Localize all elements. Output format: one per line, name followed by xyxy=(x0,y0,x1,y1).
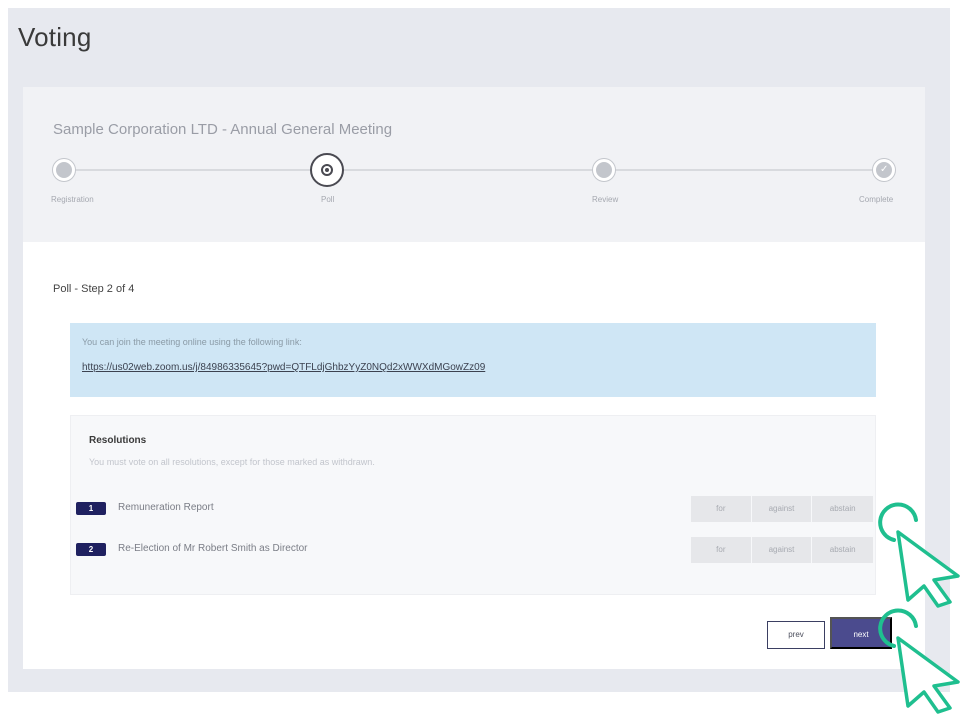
pointer-cursor-icon xyxy=(872,608,962,714)
resolution-row: 2 Re-Election of Mr Robert Smith as Dire… xyxy=(76,537,873,563)
resolutions-note: You must vote on all resolutions, except… xyxy=(89,457,375,467)
vote-against-button[interactable]: against xyxy=(751,496,813,522)
step-registration-icon xyxy=(53,159,75,181)
step-review-icon xyxy=(593,159,615,181)
step-poll-icon xyxy=(310,153,344,187)
resolution-label: Re-Election of Mr Robert Smith as Direct… xyxy=(118,543,308,554)
vote-button-group: for against abstain xyxy=(691,537,873,563)
step-label-registration: Registration xyxy=(51,195,94,204)
meeting-title: Sample Corporation LTD - Annual General … xyxy=(53,121,393,138)
step-label-review: Review xyxy=(592,195,619,204)
page-title: Voting xyxy=(18,22,92,52)
prev-button[interactable]: prev xyxy=(767,621,825,649)
pointer-cursor-icon xyxy=(872,502,962,608)
vote-abstain-button[interactable]: abstain xyxy=(812,496,873,522)
step-label-poll: Poll xyxy=(321,195,335,204)
vote-for-button[interactable]: for xyxy=(691,496,752,522)
resolution-number-badge: 1 xyxy=(76,502,106,515)
resolutions-title: Resolutions xyxy=(89,435,147,446)
card-header: Sample Corporation LTD - Annual General … xyxy=(23,87,925,242)
step-complete-icon: ✓ xyxy=(873,159,895,181)
stepper-track xyxy=(65,169,883,171)
check-icon: ✓ xyxy=(880,164,889,175)
resolution-label: Remuneration Report xyxy=(118,502,214,513)
resolution-number-badge: 2 xyxy=(76,543,106,556)
poll-step-heading: Poll - Step 2 of 4 xyxy=(53,283,135,295)
step-label-complete: Complete xyxy=(859,195,894,204)
info-text: You can join the meeting online using th… xyxy=(82,337,302,347)
resolution-row: 1 Remuneration Report for against abstai… xyxy=(76,496,873,522)
meeting-link-info: You can join the meeting online using th… xyxy=(70,323,876,397)
resolutions-panel: Resolutions You must vote on all resolut… xyxy=(70,415,876,595)
vote-button-group: for against abstain xyxy=(691,496,873,522)
vote-against-button[interactable]: against xyxy=(751,537,813,563)
vote-for-button[interactable]: for xyxy=(691,537,752,563)
meeting-join-link[interactable]: https://us02web.zoom.us/j/84986335645?pw… xyxy=(82,362,485,373)
vote-abstain-button[interactable]: abstain xyxy=(812,537,873,563)
progress-stepper: ✓ Registration Poll Review Complete xyxy=(51,153,895,213)
voting-card: Sample Corporation LTD - Annual General … xyxy=(23,87,925,669)
